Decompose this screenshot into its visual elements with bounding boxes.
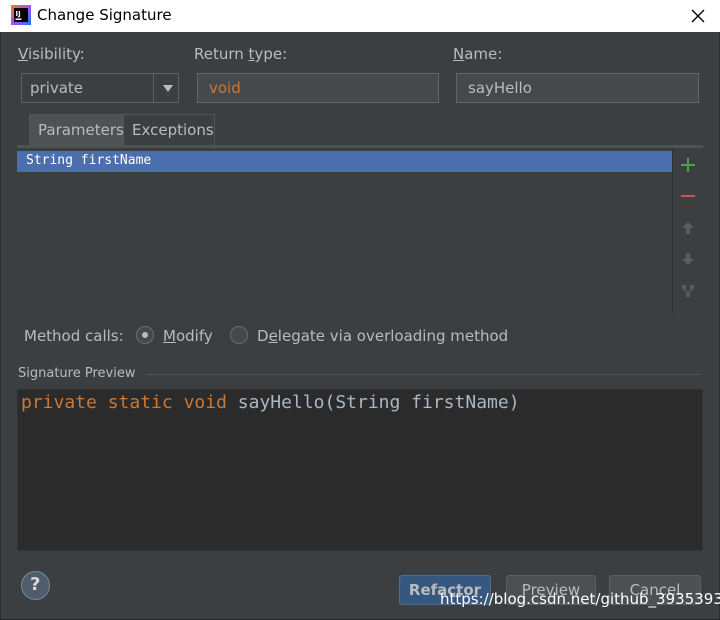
return-type-input[interactable]: [198, 74, 438, 102]
dialog-content: Visibility: Return type: Name: private P…: [0, 32, 720, 620]
signature-preview-box: private static void sayHello(String firs…: [17, 389, 703, 551]
section-divider: [146, 374, 701, 375]
arrow-down-icon[interactable]: [678, 249, 698, 269]
help-button[interactable]: ?: [21, 571, 50, 600]
minus-icon[interactable]: [678, 186, 698, 206]
signature-code: private static void sayHello(String firs…: [21, 392, 520, 413]
propagate-icon[interactable]: [678, 281, 698, 301]
tab-parameters[interactable]: Parameters: [29, 114, 124, 145]
parameter-toolbar: [672, 148, 703, 315]
visibility-select[interactable]: private: [21, 73, 179, 103]
arrow-up-icon[interactable]: [678, 218, 698, 238]
signature-preview-header: Signature Preview: [18, 366, 136, 381]
delegate-radio[interactable]: [230, 326, 248, 344]
name-field[interactable]: [456, 73, 699, 103]
parameters-panel: String firstName: [17, 145, 703, 315]
intellij-logo-icon: IJ: [11, 5, 31, 25]
modify-radio-label[interactable]: Modify: [163, 327, 213, 345]
parameters-list[interactable]: String firstName: [17, 148, 672, 315]
modify-radio[interactable]: [136, 326, 154, 344]
visibility-label: Visibility:: [18, 45, 85, 63]
title-bar: IJ Change Signature: [0, 0, 720, 32]
svg-text:IJ: IJ: [16, 10, 21, 18]
plus-icon[interactable]: [678, 155, 698, 175]
method-calls-label: Method calls:: [24, 327, 124, 345]
combo-divider: [153, 74, 154, 102]
name-input[interactable]: [457, 74, 698, 102]
close-icon[interactable]: [686, 4, 710, 28]
visibility-value: private: [30, 79, 84, 97]
name-label: Name:: [453, 45, 503, 63]
tab-exceptions[interactable]: Exceptions: [123, 114, 215, 145]
window-title: Change Signature: [37, 6, 172, 24]
help-icon: ?: [30, 574, 41, 595]
return-type-field[interactable]: [197, 73, 439, 103]
delegate-radio-label[interactable]: Delegate via overloading method: [257, 327, 508, 345]
return-type-label: Return type:: [194, 45, 288, 63]
radio-selected-dot: [142, 332, 148, 338]
parameter-row[interactable]: String firstName: [17, 151, 672, 172]
chevron-down-icon[interactable]: [163, 85, 173, 92]
watermark-text: https://blog.csdn.net/github_39353936: [440, 590, 720, 608]
